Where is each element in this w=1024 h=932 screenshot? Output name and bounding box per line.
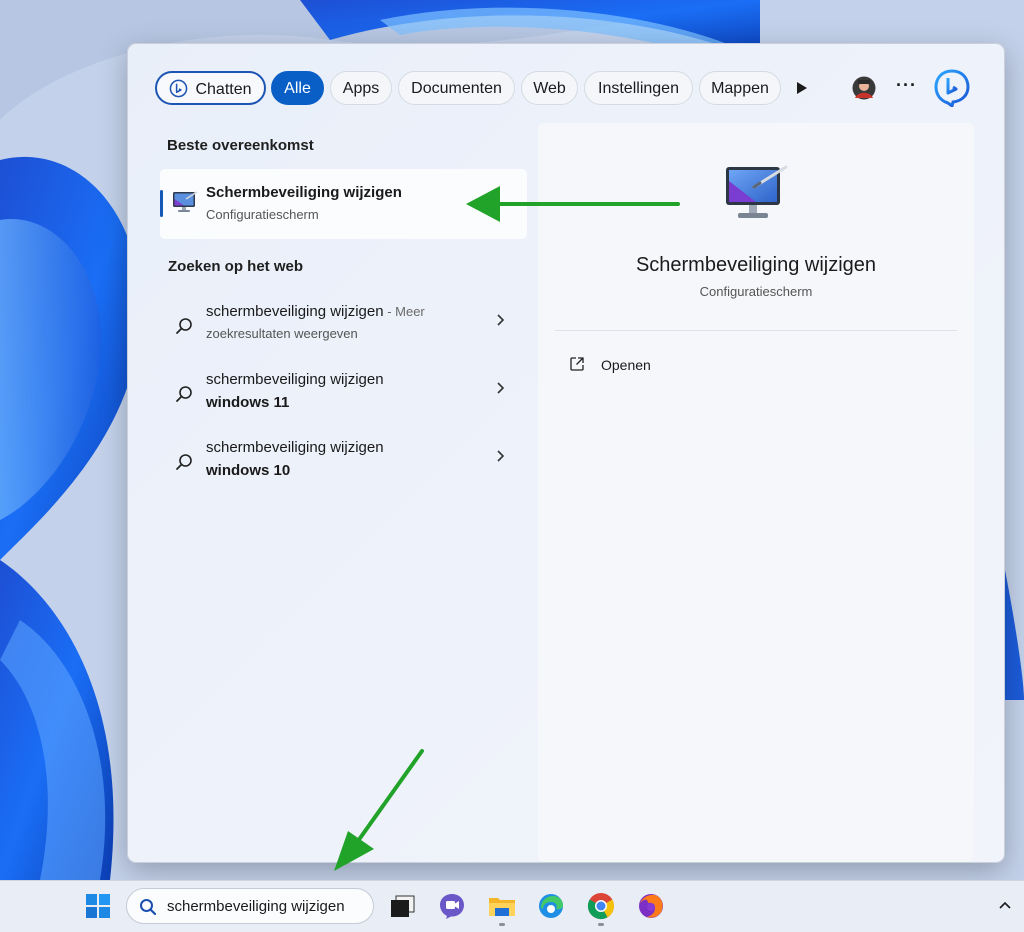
web-result-detail: windows 10 — [206, 462, 291, 479]
chrome-button[interactable] — [586, 891, 616, 921]
running-indicator — [499, 923, 505, 926]
search-icon — [176, 454, 192, 470]
teams-chat-button[interactable] — [437, 891, 467, 921]
annotation-arrow-search-box — [334, 749, 424, 871]
chevron-right-icon — [497, 382, 505, 394]
web-result-query: schermbeveiliging wijzigen — [206, 371, 384, 388]
web-result-detail: windows 11 — [206, 394, 290, 411]
open-action-label: Openen — [601, 357, 651, 373]
firefox-button[interactable] — [636, 891, 666, 921]
web-search-heading: Zoeken op het web — [168, 258, 304, 275]
bing-chat-icon — [169, 79, 188, 98]
bing-icon[interactable] — [934, 69, 970, 107]
search-panel: Chatten Alle Apps Documenten Web Instell… — [127, 43, 1005, 863]
filter-documents[interactable]: Documenten — [398, 71, 515, 105]
screensaver-monitor-icon — [726, 165, 788, 218]
running-indicator — [598, 923, 604, 926]
file-explorer-button[interactable] — [487, 891, 517, 921]
filter-bar: Chatten Alle Apps Documenten Web Instell… — [128, 44, 1004, 132]
filter-web-label: Web — [533, 80, 566, 97]
task-view-icon — [391, 895, 415, 917]
chat-filter-label: Chatten — [195, 81, 252, 98]
divider — [555, 330, 957, 331]
preview-subtitle: Configuratiescherm — [699, 284, 813, 299]
filter-settings-label: Instellingen — [598, 80, 679, 97]
chevron-right-icon — [497, 314, 505, 326]
search-icon — [176, 318, 192, 334]
file-explorer-icon — [489, 898, 515, 916]
web-result-1[interactable]: schermbeveiliging wijzigen - Meer zoekre… — [160, 303, 527, 361]
web-result-detail: zoekresultaten weergeven — [206, 326, 358, 341]
chrome-icon — [587, 893, 615, 920]
best-match-heading: Beste overeenkomst — [167, 137, 314, 154]
edge-button[interactable] — [536, 891, 566, 921]
chat-filter-button[interactable]: Chatten — [155, 71, 266, 105]
annotation-arrow-best-match — [466, 186, 680, 222]
taskbar-search-box[interactable] — [126, 888, 374, 924]
open-external-icon — [570, 357, 584, 371]
edge-icon — [539, 894, 563, 918]
filter-all[interactable]: Alle — [271, 71, 324, 105]
selection-indicator — [160, 190, 163, 217]
chevron-right-icon — [497, 450, 505, 462]
filter-apps-label: Apps — [342, 80, 380, 97]
chevron-up-icon[interactable] — [998, 900, 1012, 910]
more-options-button[interactable]: ··· — [896, 75, 917, 96]
filter-folders[interactable]: Mappen — [699, 71, 781, 105]
web-result-suffix: - Meer — [383, 304, 425, 319]
search-icon — [176, 386, 192, 402]
web-result-query: schermbeveiliging wijzigen - Meer — [206, 303, 425, 320]
preview-title: Schermbeveiliging wijzigen — [635, 254, 877, 276]
filter-web[interactable]: Web — [521, 71, 578, 105]
user-avatar[interactable] — [852, 76, 876, 100]
best-match-title: Schermbeveiliging wijzigen — [206, 184, 402, 201]
taskbar-search-input[interactable] — [167, 896, 367, 916]
filter-folders-label: Mappen — [711, 80, 769, 97]
filter-all-label: Alle — [284, 80, 311, 97]
taskbar — [0, 880, 1024, 932]
task-view-button[interactable] — [388, 891, 418, 921]
screensaver-monitor-icon — [173, 191, 198, 212]
teams-chat-icon — [440, 894, 464, 919]
filter-documents-label: Documenten — [411, 80, 502, 97]
firefox-icon — [639, 894, 663, 918]
search-icon — [140, 899, 157, 916]
filter-apps[interactable]: Apps — [330, 71, 392, 105]
web-result-3[interactable]: schermbeveiliging wijzigen windows 10 — [160, 439, 527, 497]
start-icon[interactable] — [85, 893, 111, 919]
web-result-query: schermbeveiliging wijzigen — [206, 439, 384, 456]
preview-pane: Schermbeveiliging wijzigen Configuraties… — [538, 123, 974, 862]
web-result-2[interactable]: schermbeveiliging wijzigen windows 11 — [160, 371, 527, 429]
best-match-subtitle: Configuratiescherm — [206, 207, 319, 222]
web-result-query-text: schermbeveiliging wijzigen — [206, 303, 384, 320]
scroll-filters-right-icon[interactable] — [796, 81, 808, 95]
filter-settings[interactable]: Instellingen — [584, 71, 693, 105]
